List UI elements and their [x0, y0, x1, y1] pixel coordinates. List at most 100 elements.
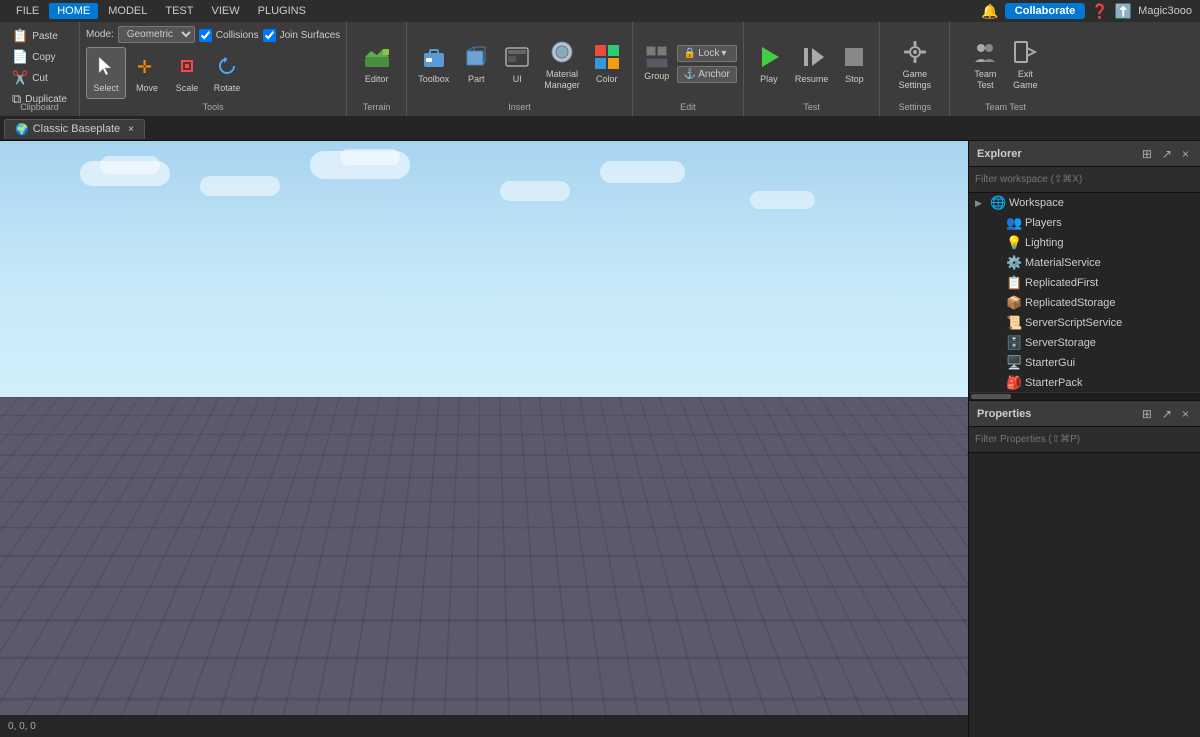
serverstorage-name: ServerStorage — [1025, 337, 1194, 349]
sky — [0, 141, 968, 409]
ribbon-settings-section: Game Settings Settings — [880, 22, 950, 116]
notification-icon[interactable]: 🔔 — [981, 3, 998, 20]
cloud-3 — [200, 176, 280, 196]
explorer-filter-input[interactable] — [975, 174, 1194, 185]
material-manager-icon — [548, 38, 576, 66]
materialservice-name: MaterialService — [1025, 257, 1194, 269]
explorer-panel: Explorer ⊞ ↗ × ▶ 🌐 Workspace — [969, 141, 1200, 401]
ribbon-team-test-section: Team Test Exit Game Team Test — [950, 22, 1060, 116]
tab-label: Classic Baseplate — [33, 123, 120, 135]
terrain-editor-icon — [363, 43, 391, 71]
right-controls: 🔔 Collaborate ❓ ⬆️ Magic3ooo — [981, 3, 1192, 20]
tree-item-materialservice[interactable]: ⚙️ MaterialService — [969, 253, 1200, 273]
menu-model[interactable]: MODEL — [100, 3, 155, 19]
test-label: Test — [744, 102, 880, 112]
menu-plugins[interactable]: PLUGINS — [250, 3, 314, 19]
help-icon[interactable]: ❓ — [1091, 3, 1108, 20]
lock-dropdown[interactable]: 🔒 Lock ▾ — [677, 45, 737, 62]
scale-button[interactable]: Scale — [168, 47, 206, 99]
terrain-editor-button[interactable]: Editor — [358, 30, 396, 98]
startergui-name: StarterGui — [1025, 357, 1194, 369]
properties-panel: Properties ⊞ ↗ × — [969, 401, 1200, 737]
classic-baseplate-tab[interactable]: 🌍 Classic Baseplate × — [4, 119, 145, 139]
menu-bar: FILE HOME MODEL TEST VIEW PLUGINS — [8, 3, 314, 19]
replicatedstorage-icon: 📦 — [1006, 295, 1022, 311]
menu-file[interactable]: FILE — [8, 3, 47, 19]
tree-item-replicatedstorage[interactable]: 📦 ReplicatedStorage — [969, 293, 1200, 313]
share-icon[interactable]: ⬆️ — [1115, 3, 1132, 20]
tree-item-serverscriptservice[interactable]: 📜 ServerScriptService — [969, 313, 1200, 333]
main-area: 0, 0, 0 Explorer ⊞ ↗ × ▶ 🌐 — [0, 141, 1200, 737]
part-icon — [462, 43, 490, 71]
anchor-button[interactable]: ⚓ Anchor — [677, 66, 737, 83]
copy-icon: 📄 — [12, 49, 28, 65]
move-button[interactable]: ✛ Move — [128, 47, 166, 99]
explorer-expand-button[interactable]: ↗ — [1159, 146, 1175, 162]
properties-content — [969, 453, 1200, 737]
toolbox-button[interactable]: Toolbox — [413, 30, 454, 98]
svg-text:✛: ✛ — [137, 57, 152, 77]
tree-item-serverstorage[interactable]: 🗄️ ServerStorage — [969, 333, 1200, 353]
tree-item-workspace[interactable]: ▶ 🌐 Workspace — [969, 193, 1200, 213]
viewport[interactable]: 0, 0, 0 — [0, 141, 968, 737]
tree-item-lighting[interactable]: 💡 Lighting — [969, 233, 1200, 253]
join-surfaces-checkbox-label[interactable]: Join Surfaces — [263, 29, 341, 42]
mode-select[interactable]: Geometric — [118, 26, 195, 43]
play-icon — [755, 43, 783, 71]
team-test-button[interactable]: Team Test — [966, 30, 1004, 98]
collisions-checkbox-label[interactable]: Collisions — [199, 29, 259, 42]
copy-button[interactable]: 📄 Copy — [6, 47, 73, 67]
part-button[interactable]: Part — [457, 30, 495, 98]
tree-item-players[interactable]: 👥 Players — [969, 213, 1200, 233]
properties-expand-button[interactable]: ↗ — [1159, 406, 1175, 422]
select-button[interactable]: Select — [86, 47, 126, 99]
explorer-header-controls: ⊞ ↗ × — [1139, 146, 1192, 162]
tree-item-starterpack[interactable]: 🎒 StarterPack — [969, 373, 1200, 392]
paste-button[interactable]: 📋 Paste — [6, 26, 73, 46]
play-button[interactable]: Play — [750, 30, 788, 98]
workspace-expand-arrow: ▶ — [975, 198, 987, 209]
menu-home[interactable]: HOME — [49, 3, 98, 19]
title-bar: FILE HOME MODEL TEST VIEW PLUGINS 🔔 Coll… — [0, 0, 1200, 22]
insert-label: Insert — [407, 102, 632, 112]
lighting-name: Lighting — [1025, 237, 1194, 249]
tree-item-replicatedfirst[interactable]: 📋 ReplicatedFirst — [969, 273, 1200, 293]
group-button[interactable]: Group — [639, 30, 675, 98]
game-settings-button[interactable]: Game Settings — [894, 30, 937, 98]
properties-undock-button[interactable]: ⊞ — [1139, 406, 1155, 422]
collisions-checkbox[interactable] — [199, 29, 212, 42]
exit-game-button[interactable]: Exit Game — [1006, 30, 1044, 98]
explorer-h-scrollbar[interactable] — [969, 392, 1200, 400]
anchor-icon: ⚓ — [684, 69, 696, 80]
tab-close-icon[interactable]: × — [128, 124, 134, 135]
menu-view[interactable]: VIEW — [203, 3, 247, 19]
explorer-filter-bar — [969, 167, 1200, 193]
cut-button[interactable]: ✂️ Cut — [6, 68, 73, 88]
stop-button[interactable]: Stop — [835, 30, 873, 98]
explorer-undock-button[interactable]: ⊞ — [1139, 146, 1155, 162]
collaborate-button[interactable]: Collaborate — [1005, 3, 1086, 19]
ground — [0, 397, 968, 737]
join-surfaces-checkbox[interactable] — [263, 29, 276, 42]
color-button[interactable]: Color — [588, 30, 626, 98]
studs-overlay — [0, 397, 968, 737]
lock-chevron-icon: ▾ — [721, 48, 726, 59]
game-settings-icon — [901, 38, 929, 66]
scale-icon — [173, 52, 201, 80]
properties-filter-bar — [969, 427, 1200, 453]
ui-button[interactable]: UI — [498, 30, 536, 98]
properties-filter-input[interactable] — [975, 434, 1194, 445]
select-icon — [92, 52, 120, 80]
tree-item-startergui[interactable]: 🖥️ StarterGui — [969, 353, 1200, 373]
settings-label: Settings — [880, 102, 949, 112]
rotate-button[interactable]: Rotate — [208, 47, 246, 99]
resume-button[interactable]: Resume — [790, 30, 834, 98]
explorer-close-button[interactable]: × — [1179, 146, 1192, 162]
explorer-tree: ▶ 🌐 Workspace 👥 Players 💡 Lighting — [969, 193, 1200, 392]
ui-icon — [503, 43, 531, 71]
properties-close-button[interactable]: × — [1179, 406, 1192, 422]
replicatedfirst-name: ReplicatedFirst — [1025, 277, 1194, 289]
material-manager-button[interactable]: Material Manager — [539, 30, 585, 98]
color-icon — [593, 43, 621, 71]
menu-test[interactable]: TEST — [157, 3, 201, 19]
